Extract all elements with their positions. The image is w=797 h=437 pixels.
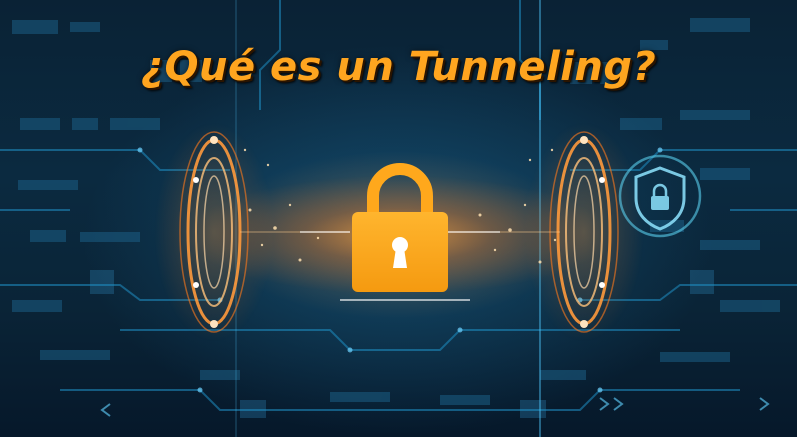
- page-title: ¿Qué es un Tunneling?: [140, 44, 657, 90]
- hero-image: ¿Qué es un Tunneling?: [0, 0, 797, 437]
